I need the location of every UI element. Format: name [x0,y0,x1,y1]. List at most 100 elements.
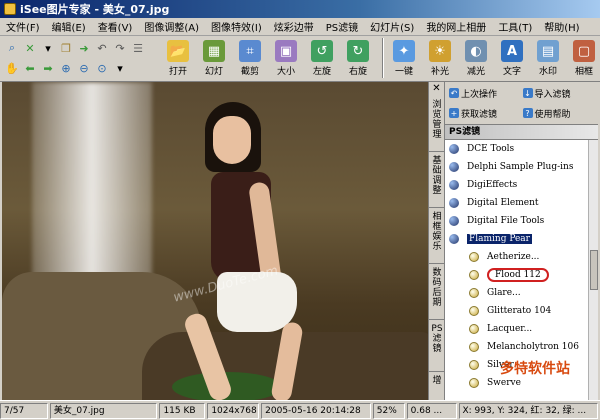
search-icon[interactable]: ⌕ [4,40,20,56]
tree-item-label: Digital Element [467,198,539,208]
menu-color-border[interactable]: 炫彩边带 [268,19,320,34]
status-dimensions: 1024x768 [207,402,260,419]
menu-file[interactable]: 文件(F) [0,19,46,34]
leaf-icon [449,216,459,226]
zoom-out-icon[interactable]: ⊖ [76,60,92,76]
text-icon: A [501,40,523,62]
image-viewer[interactable]: www.DuoTe.com [2,82,428,400]
window-title: iSee图片专家 - 美女_07.jpg [20,3,170,16]
menu-edit[interactable]: 编辑(E) [46,19,92,34]
photo-waterfall [32,82,152,282]
rotate-left-button[interactable]: ↺ 左旋 [306,38,338,80]
filter-bullet-icon [469,360,479,370]
tree-item-digieffects[interactable]: DigiEffects [445,176,589,194]
filter-bullet-icon [469,342,479,352]
status-page: 7/57 [0,402,48,419]
app-logo-icon [4,3,16,15]
site-watermark: 多特软件站 [500,361,570,377]
rotate-right-icon: ↻ [347,40,369,62]
tree-item-digital-element[interactable]: Digital Element [445,194,589,212]
get-icon: + [449,108,459,118]
tab-basic-adjust[interactable]: 基础调整 [429,152,445,208]
rotate-right-button[interactable]: ↻ 右旋 [342,38,374,80]
menu-image-effects[interactable]: 图像特效(I) [205,19,268,34]
leaf-icon [449,162,459,172]
get-filter-button[interactable]: + 获取滤镜 [449,104,521,122]
frame-button[interactable]: ▢ 相框 [568,38,600,80]
leaf-icon [449,234,459,244]
slideshow-label: 幻灯 [204,67,223,77]
last-operation-button[interactable]: ↶ 上次操作 [449,84,521,102]
menu-online-album[interactable]: 我的网上相册 [420,19,492,34]
tree-item-label: Delphi Sample Plug-ins [467,162,574,172]
resize-button[interactable]: ▣ 大小 [270,38,302,80]
tree-item-flood[interactable]: Flood 112 [445,266,589,284]
move-icon[interactable]: ➜ [76,40,92,56]
properties-icon[interactable]: ☰ [130,40,146,56]
open-button[interactable]: 📂 打开 [162,38,194,80]
tree-item-glare[interactable]: Glare... [445,284,589,302]
slideshow-button[interactable]: ▦ 幻灯 [198,38,230,80]
filter-bullet-icon [469,378,479,388]
back-arrow-icon[interactable]: ⬅ [22,60,38,76]
menu-image-adjust[interactable]: 图像调整(A) [138,19,205,34]
fill-light-button[interactable]: ☀ 补光 [424,38,456,80]
close-icon[interactable]: ✕ [429,82,444,96]
forward-arrow-icon[interactable]: ➡ [40,60,56,76]
zoom-fit-icon[interactable]: ⊙ [94,60,110,76]
scrollbar-thumb[interactable] [590,250,598,290]
status-bar: 7/57 美女_07.jpg 115 KB 1024x768 2005-05-1… [0,400,600,420]
watermark-label: 水印 [538,67,557,77]
tree-item-lacquer[interactable]: Lacquer... [445,320,589,338]
text-label: 文字 [502,67,521,77]
import-icon: ↓ [522,88,533,98]
status-filename: 美女_07.jpg [49,402,158,419]
crop-button[interactable]: ⌗ 截剪 [234,38,266,80]
help-button[interactable]: ? 使用帮助 [522,104,595,122]
copy-icon[interactable]: ❐ [58,40,74,56]
big-tools: 📂 打开 ▦ 幻灯 ⌗ 截剪 ▣ 大小 ↺ 左旋 ↻ 右旋 ✦ 一键 ☀ 补光 … [162,38,600,80]
undo-icon[interactable]: ↶ [94,40,110,56]
tab-ps-filters[interactable]: PS滤镜 [429,320,445,372]
open-folder-icon: 📂 [167,40,189,62]
text-button[interactable]: A 文字 [496,38,528,80]
tab-more[interactable]: 增 [429,372,445,396]
tree-item-digital-file-tools[interactable]: Digital File Tools [445,212,589,230]
resize-icon: ▣ [275,40,297,62]
tree-item-label: Digital File Tools [467,216,545,226]
menu-tools[interactable]: 工具(T) [492,19,538,34]
tab-frame-fun[interactable]: 相框娱乐 [429,208,445,264]
tab-digital-post[interactable]: 数码后期 [429,264,445,320]
open-label: 打开 [168,67,187,77]
zoom-dropdown-icon[interactable]: ▾ [112,60,128,76]
filter-bullet-icon [469,270,479,280]
menu-help[interactable]: 帮助(H) [538,19,585,34]
photo-subject [177,102,327,400]
filter-bullet-icon [469,252,479,262]
filter-bullet-icon [469,288,479,298]
tree-item-glitterato[interactable]: Glitterato 104 [445,302,589,320]
dropdown-icon[interactable]: ▾ [40,40,56,56]
delete-icon[interactable]: ✕ [22,40,38,56]
hand-icon[interactable]: ✋ [4,60,20,76]
tree-item-aetherize[interactable]: Aetherize... [445,248,589,266]
menu-view[interactable]: 查看(V) [92,19,139,34]
tree-item-melancholytron[interactable]: Melancholytron 106 [445,338,589,356]
tree-item-delphi[interactable]: Delphi Sample Plug-ins [445,158,589,176]
redo-icon[interactable]: ↷ [112,40,128,56]
tab-browse[interactable]: 浏览管理 [429,96,445,152]
tree-item-dce-tools[interactable]: DCE Tools [445,140,589,158]
resize-label: 大小 [276,67,295,77]
one-click-button[interactable]: ✦ 一键 [388,38,420,80]
crop-icon: ⌗ [239,40,261,62]
import-filter-button[interactable]: ↓ 导入滤镜 [522,84,595,102]
zoom-in-icon[interactable]: ⊕ [58,60,74,76]
menu-slideshow[interactable]: 幻灯片(S) [364,19,420,34]
status-version: 0.68 ... [406,402,457,419]
watermark-button[interactable]: ▤ 水印 [532,38,564,80]
reduce-light-button[interactable]: ◐ 减光 [460,38,492,80]
undo-small-icon: ↶ [449,88,459,98]
tree-scrollbar[interactable] [588,140,598,400]
menu-ps-filters[interactable]: PS滤镜 [320,19,364,34]
tree-item-flaming-pear[interactable]: Flaming Pear [445,230,589,248]
